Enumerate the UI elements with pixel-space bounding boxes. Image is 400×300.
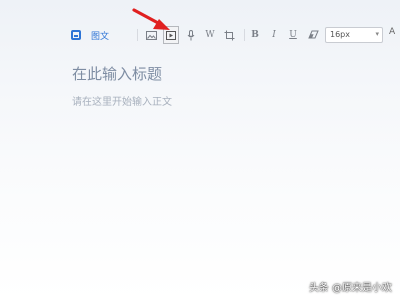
watermark: 头条 @原来是小欢	[308, 283, 392, 294]
font-color-button[interactable]: A	[389, 27, 395, 37]
insert-audio-button[interactable]	[183, 26, 199, 44]
article-type-tab[interactable]: 图文	[71, 27, 109, 43]
insert-image-button[interactable]	[143, 26, 159, 44]
underline-icon: U	[289, 30, 297, 40]
italic-icon: I	[272, 30, 276, 40]
insert-document-button[interactable]: W	[202, 26, 218, 44]
insert-video-button[interactable]	[163, 26, 179, 44]
eraser-icon	[307, 30, 319, 39]
font-size-select[interactable]: 16px ▾	[325, 27, 383, 43]
word-icon: W	[205, 30, 215, 40]
article-icon	[71, 30, 81, 40]
bold-icon: B	[251, 30, 259, 40]
article-type-label: 图文	[91, 31, 110, 42]
crop-icon	[224, 30, 234, 40]
image-icon	[145, 30, 157, 40]
editor-toolbar: 图文 W B I U 16px ▾ A	[0, 22, 400, 48]
clear-format-button[interactable]	[305, 26, 321, 44]
video-icon	[166, 30, 176, 40]
chevron-down-icon: ▾	[375, 30, 379, 38]
toolbar-divider	[137, 29, 138, 41]
toolbar-divider	[244, 29, 245, 41]
body-input[interactable]: 请在这里开始输入正文	[72, 93, 172, 108]
title-input[interactable]: 在此输入标题	[72, 63, 162, 84]
font-size-value: 16px	[330, 30, 350, 39]
italic-button[interactable]: I	[266, 26, 282, 44]
font-color-icon: A	[389, 27, 396, 37]
microphone-icon	[187, 29, 195, 40]
underline-button[interactable]: U	[285, 26, 301, 44]
crop-button[interactable]	[221, 26, 237, 44]
bold-button[interactable]: B	[247, 26, 263, 44]
